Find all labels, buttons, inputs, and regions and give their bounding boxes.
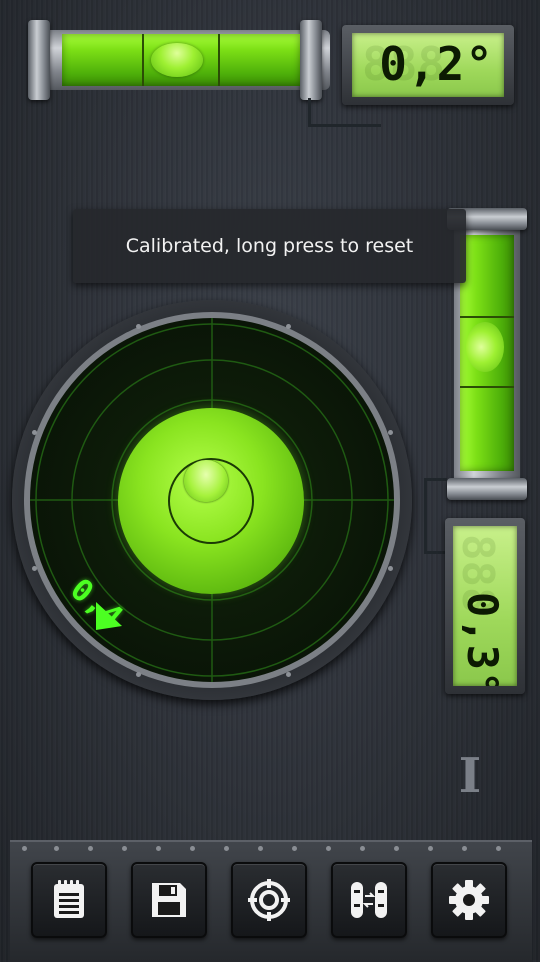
horizontal-bubble	[151, 43, 203, 77]
direction-arrow-icon	[96, 602, 122, 630]
screw	[32, 566, 37, 571]
rivet	[462, 846, 467, 851]
rivet	[394, 846, 399, 851]
floppy-disk-icon	[152, 883, 186, 917]
screw	[136, 672, 141, 677]
rivet	[54, 846, 59, 851]
toast-message: Calibrated, long press to reset	[73, 209, 466, 283]
bullseye-center-bubble	[184, 460, 228, 502]
screw	[286, 324, 291, 329]
rivet	[88, 846, 93, 851]
i-glyph: I	[458, 748, 482, 804]
rivet	[22, 846, 27, 851]
screw	[32, 430, 37, 435]
vertical-bubble	[466, 322, 504, 372]
horizontal-vial-mark-left	[142, 34, 144, 86]
horizontal-vial-mark-right	[218, 34, 220, 86]
screw	[388, 566, 393, 571]
horizontal-vial-left-cap	[28, 20, 50, 100]
target-icon	[248, 879, 290, 921]
vertical-angle-readout: 0,3°	[458, 592, 507, 686]
rivet	[122, 846, 127, 851]
vertical-vial-bottom-cap	[447, 478, 527, 500]
vertical-lcd: 888 0,3°	[453, 526, 517, 686]
info-text-cursor-button[interactable]: I	[432, 738, 508, 814]
vertical-vial-mark-top	[460, 316, 514, 318]
rivet	[292, 846, 297, 851]
calibrate-button[interactable]	[231, 862, 307, 938]
vertical-vial-mark-bottom	[460, 386, 514, 388]
horizontal-lcd: 888 0,2°	[352, 33, 504, 97]
toast-text: Calibrated, long press to reset	[125, 235, 414, 257]
save-button[interactable]	[131, 862, 207, 938]
level-switch-icon	[351, 882, 387, 918]
screw	[136, 324, 141, 329]
horizontal-vial-right-cap	[300, 20, 322, 100]
rivet	[190, 846, 195, 851]
wire-decoration	[424, 478, 447, 554]
screw	[388, 430, 393, 435]
screw	[286, 672, 291, 677]
rivet	[496, 846, 501, 851]
rivet	[360, 846, 365, 851]
rivet	[224, 846, 229, 851]
settings-button[interactable]	[431, 862, 507, 938]
wire-decoration	[308, 98, 381, 127]
notes-button[interactable]	[31, 862, 107, 938]
rivet	[428, 846, 433, 851]
rivet	[156, 846, 161, 851]
gear-icon	[449, 880, 489, 920]
horizontal-angle-readout: 0,2°	[379, 37, 494, 91]
rivet	[258, 846, 263, 851]
switch-mode-button[interactable]	[331, 862, 407, 938]
notepad-icon	[54, 880, 84, 918]
rivet	[326, 846, 331, 851]
